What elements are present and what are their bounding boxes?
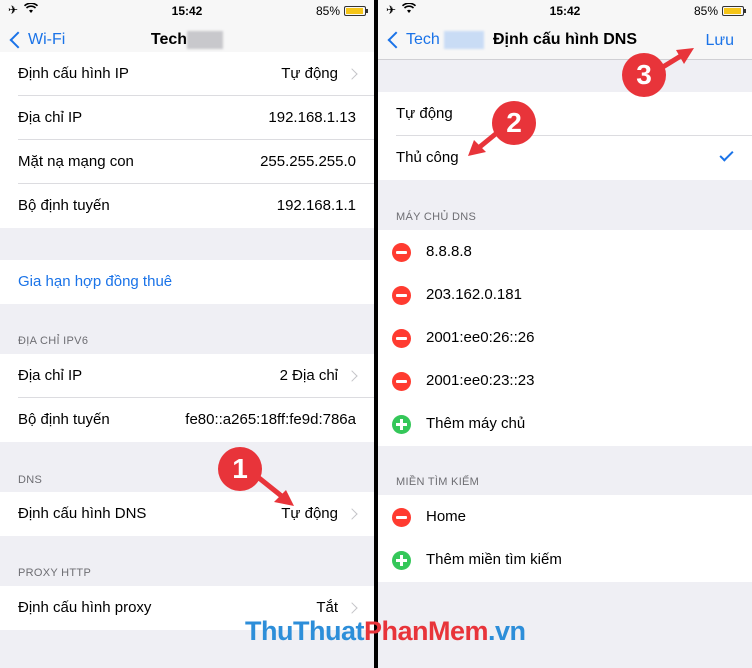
option-label: Tự động	[396, 105, 453, 122]
chevron-right-icon	[346, 369, 358, 382]
ip-config-row[interactable]: Định cấu hình IP Tự động	[0, 52, 374, 96]
status-bar: ✈ 15:42 85%	[0, 0, 374, 22]
dns-server-value[interactable]: 2001:ee0:23::23	[426, 372, 534, 389]
section-header-search-domains: MIỀN TÌM KIẾM	[396, 476, 480, 488]
battery-icon	[722, 6, 746, 16]
row-value: Tắt	[316, 599, 338, 616]
configure-dns-row[interactable]: Định cấu hình DNS Tự động	[0, 492, 374, 536]
renew-lease-button[interactable]: Gia hạn hợp đồng thuê	[0, 260, 374, 304]
dns-server-row: 2001:ee0:26::26	[378, 316, 752, 360]
watermark-part: ThuThuat	[245, 616, 364, 646]
subnet-mask-row: Mặt nạ mạng con 255.255.255.0	[0, 140, 374, 184]
ipv6-router-row: Bộ định tuyến fe80::a265:18ff:fe9d:786a	[0, 398, 374, 442]
arrow-icon	[655, 48, 694, 73]
row-value: 192.168.1.1	[276, 197, 356, 214]
row-value: fe80::a265:18ff:fe9d:786a	[185, 411, 356, 428]
renew-lease-label: Gia hạn hợp đồng thuê	[18, 273, 173, 290]
save-button[interactable]: Lưu	[705, 32, 734, 50]
mode-manual-option[interactable]: Thủ công	[378, 136, 752, 180]
chevron-right-icon	[346, 507, 358, 520]
section-header-dns-servers: MÁY CHỦ DNS	[396, 211, 477, 223]
battery-percent: 85%	[315, 4, 340, 18]
add-server-label: Thêm máy chủ	[426, 415, 526, 432]
add-search-domain-label: Thêm miền tìm kiếm	[426, 551, 562, 568]
section-header-dns: DNS	[18, 474, 43, 486]
row-label: Địa chỉ IP	[18, 367, 83, 384]
add-search-domain-button[interactable]: Thêm miền tìm kiếm	[378, 538, 752, 582]
row-value: Tự động	[281, 65, 338, 82]
row-label: Định cấu hình proxy	[18, 599, 152, 616]
row-value: 192.168.1.13	[268, 109, 356, 126]
section-header-proxy: PROXY HTTP	[18, 567, 92, 579]
dns-server-row: 203.162.0.181	[378, 273, 752, 317]
row-label: Địa chỉ IP	[18, 109, 83, 126]
add-icon	[392, 551, 411, 570]
row-label: Bộ định tuyến	[18, 411, 110, 428]
delete-icon[interactable]	[392, 286, 411, 305]
battery-percent: 85%	[693, 4, 718, 18]
row-label: Định cấu hình DNS	[18, 505, 147, 522]
checkmark-icon	[719, 147, 734, 162]
chevron-right-icon	[346, 601, 358, 614]
dns-server-value[interactable]: 203.162.0.181	[426, 286, 522, 303]
delete-icon[interactable]	[392, 508, 411, 527]
row-value: 2 Địa chỉ	[279, 367, 338, 384]
dns-server-value[interactable]: 8.8.8.8	[426, 243, 472, 260]
ipv6-address-row[interactable]: Địa chỉ IP 2 Địa chỉ	[0, 354, 374, 398]
section-header-ipv6: ĐỊA CHỈ IPV6	[18, 335, 89, 347]
delete-icon[interactable]	[392, 329, 411, 348]
arrow-icon	[251, 471, 294, 506]
ip-address-row: Địa chỉ IP 192.168.1.13	[0, 96, 374, 140]
option-label: Thủ công	[396, 149, 459, 166]
watermark-part: PhanMem	[363, 616, 489, 646]
row-label: Định cấu hình IP	[18, 65, 129, 82]
left-screen-wifi-details: ✈ 15:42 85% Wi-Fi Tech Định cấu hình IP …	[0, 0, 374, 668]
mode-automatic-option[interactable]: Tự động	[378, 92, 752, 136]
arrow-icon	[468, 129, 501, 156]
add-server-button[interactable]: Thêm máy chủ	[378, 402, 752, 446]
row-value: 255.255.255.0	[260, 153, 356, 170]
search-domain-value[interactable]: Home	[426, 508, 466, 525]
status-bar: ✈ 15:42 85%	[378, 0, 752, 22]
dns-server-row: 8.8.8.8	[378, 230, 752, 274]
chevron-right-icon	[346, 67, 358, 80]
page-title: Tech	[0, 31, 374, 49]
search-domain-row: Home	[378, 495, 752, 539]
delete-icon[interactable]	[392, 372, 411, 391]
router-row: Bộ định tuyến 192.168.1.1	[0, 184, 374, 228]
network-name: Tech	[150, 31, 188, 49]
watermark-logo: ThuThuatPhanMem.vn	[245, 616, 526, 647]
dns-server-row: 2001:ee0:23::23	[378, 359, 752, 403]
dns-server-value[interactable]: 2001:ee0:26::26	[426, 329, 534, 346]
row-label: Bộ định tuyến	[18, 197, 110, 214]
add-icon	[392, 415, 411, 434]
redacted-block	[187, 31, 224, 49]
right-screen-dns-config: ✈ 15:42 85% Tech Định cấu hình DNS Lưu T…	[378, 0, 752, 668]
battery-icon	[344, 6, 368, 16]
delete-icon[interactable]	[392, 243, 411, 262]
row-label: Mặt nạ mạng con	[18, 153, 134, 170]
watermark-part: .vn	[488, 616, 526, 646]
